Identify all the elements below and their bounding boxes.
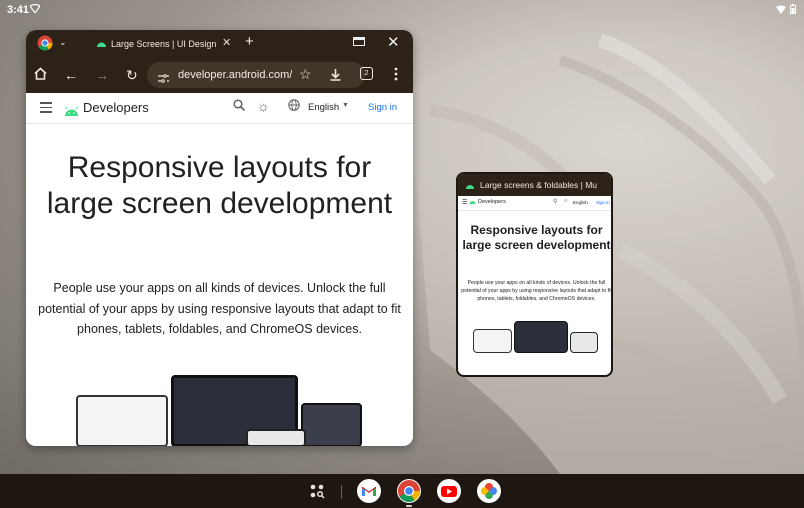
hero-title: Responsive layouts for large screen deve…	[46, 151, 393, 220]
maximize-icon[interactable]	[353, 37, 365, 46]
window-close-icon[interactable]: ✕	[387, 33, 400, 51]
reload-icon[interactable]: ↻	[126, 66, 138, 84]
chrome-window[interactable]: ⌄ Large Screens | UI Design ✕ + ✕ ← → ↻ …	[26, 30, 413, 446]
pip-web-page[interactable]: ☰ Developers ⚲ ☼ English Sign in Respons…	[458, 196, 612, 375]
pip-globe-icon[interactable]: ☼	[563, 198, 569, 204]
tab-close-icon[interactable]: ✕	[222, 36, 231, 49]
url-text[interactable]: developer.android.com/	[178, 69, 292, 81]
pip-window[interactable]: Large screens & foldables | Mu ☰ Develop…	[456, 172, 613, 377]
new-tab-icon[interactable]: +	[245, 33, 254, 50]
device-laptop-image	[76, 395, 168, 446]
photos-icon[interactable]	[477, 479, 501, 503]
pip-hero-body: People use your apps on all kinds of dev…	[461, 280, 612, 302]
device-phone-image	[246, 429, 306, 446]
tab-title: Large Screens | UI Design	[111, 39, 217, 49]
title-bar[interactable]: ⌄ Large Screens | UI Design ✕ + ✕	[26, 30, 413, 57]
browser-tab[interactable]: Large Screens | UI Design	[88, 34, 238, 54]
caret-down-icon[interactable]: ▼	[342, 102, 349, 109]
wifi-icon	[776, 5, 786, 17]
android-logo-icon[interactable]	[64, 103, 79, 121]
gmail-icon[interactable]	[357, 479, 381, 503]
status-bar: 3:41	[0, 0, 804, 20]
pip-android-logo-icon	[469, 200, 476, 206]
menu-icon[interactable]	[40, 102, 52, 116]
pip-site-header: ☰ Developers ⚲ ☼ English Sign in	[458, 196, 611, 211]
youtube-icon[interactable]	[437, 479, 461, 503]
android-favicon-icon	[96, 39, 107, 49]
launcher-icon[interactable]	[309, 483, 325, 499]
battery-icon	[790, 4, 796, 17]
forward-icon[interactable]: →	[95, 66, 109, 84]
chrome-icon[interactable]	[397, 479, 421, 503]
status-time: 3:41	[7, 4, 30, 16]
pip-device-tablet-image	[514, 321, 568, 353]
search-icon[interactable]	[233, 99, 246, 114]
home-icon[interactable]	[34, 66, 47, 84]
pip-search-icon[interactable]: ⚲	[553, 198, 557, 205]
site-info-icon[interactable]	[158, 70, 169, 88]
shelf	[0, 474, 804, 508]
shelf-divider	[341, 485, 342, 499]
pip-device-laptop-image	[473, 329, 512, 353]
pip-menu-icon[interactable]: ☰	[462, 199, 467, 206]
sign-in-link[interactable]: Sign in	[368, 102, 397, 113]
bookmark-star-icon[interactable]: ☆	[299, 66, 312, 83]
status-icons	[776, 4, 796, 17]
globe-icon[interactable]	[288, 99, 300, 114]
running-indicator	[406, 505, 412, 507]
site-header: Developers ☼ English ▼ Sign in	[26, 93, 413, 124]
pip-android-favicon-icon	[465, 181, 475, 191]
tab-search-chevron-icon[interactable]: ⌄	[59, 37, 67, 48]
language-select[interactable]: English	[308, 102, 339, 113]
device-foldable-image	[301, 403, 362, 446]
web-page[interactable]: Developers ☼ English ▼ Sign in Responsiv…	[26, 93, 413, 446]
pip-sign-in[interactable]: Sign in	[596, 200, 610, 205]
pip-tab-title: Large screens & foldables | Mu	[480, 180, 598, 190]
site-name[interactable]: Developers	[83, 100, 149, 115]
back-icon[interactable]: ←	[64, 66, 78, 84]
tab-switcher-icon[interactable]: 2	[360, 67, 373, 80]
pip-title-bar[interactable]: Large screens & foldables | Mu	[458, 174, 611, 196]
download-icon[interactable]	[330, 68, 341, 86]
pip-hero-title: Responsive layouts for large screen deve…	[462, 223, 611, 252]
browser-toolbar: ← → ↻ developer.android.com/ ☆ 2	[26, 57, 413, 93]
omnibox[interactable]: developer.android.com/ ☆	[147, 62, 365, 88]
theme-toggle-icon[interactable]: ☼	[257, 98, 270, 114]
pip-language: English	[573, 200, 588, 205]
chrome-logo-icon[interactable]	[37, 35, 53, 56]
hero-body: People use your apps on all kinds of dev…	[38, 281, 401, 336]
pip-site-name: Developers	[478, 199, 506, 205]
notification-icon	[29, 3, 41, 16]
more-menu-icon[interactable]	[394, 67, 398, 86]
pip-device-phone-image	[570, 332, 598, 353]
